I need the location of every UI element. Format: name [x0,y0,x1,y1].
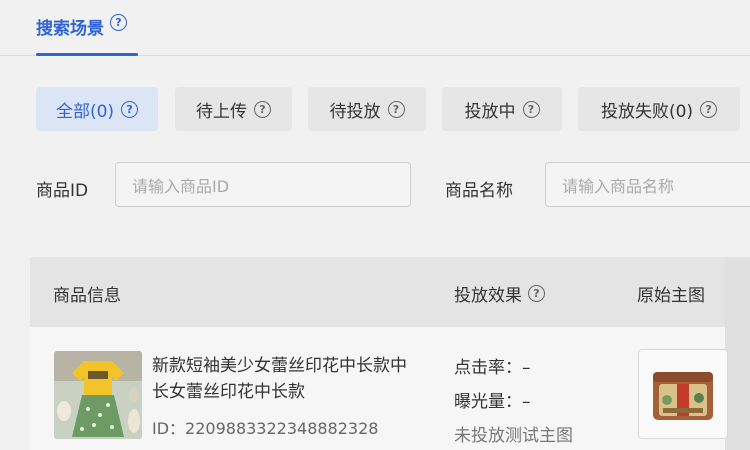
active-tab-underline [36,53,138,56]
question-circle-icon[interactable]: ? [110,14,127,31]
status-tab-label: 投放中 [464,101,516,122]
product-id-value: ID：2209883322348882328 [152,419,379,438]
column-header-label: 投放效果 [454,286,522,306]
product-thumbnail[interactable] [54,351,142,439]
table-header: 商品信息 投放效果 ? 原始主图 [30,257,725,327]
question-circle-icon[interactable]: ? [254,100,271,118]
column-header-product-info: 商品信息 [53,281,121,306]
status-tab-label: 待上传 [196,101,247,122]
status-tab-label: 待投放 [329,101,381,122]
status-tab-pending-upload[interactable]: 待上传 ? [175,87,292,131]
original-image-thumbnail [653,372,713,420]
scene-tabs-bar: 搜索场景 ? [0,0,750,56]
product-id-input[interactable]: 请输入商品ID [115,162,411,207]
column-header-label: 原始主图 [637,286,705,306]
product-id-label: 商品ID [36,181,89,201]
status-tab-label: 投放失败(0) [600,101,694,122]
status-tab-pending-delivery[interactable]: 待投放 ? [308,87,426,131]
test-image-status: 未投放测试主图 [454,426,573,446]
status-tab-label: 全部(0) [55,101,115,122]
tab-search-scene[interactable]: 搜索场景 ? [36,14,138,56]
status-tab-all[interactable]: 全部(0) ? [36,87,158,131]
tab-search-scene-label: 搜索场景 [36,19,104,39]
table-row[interactable]: 新款短袖美少女蕾丝印花中长款中长女蕾丝印花中长款 ID：220988332234… [30,327,728,450]
product-title[interactable]: 新款短袖美少女蕾丝印花中长款中长女蕾丝印花中长款 [152,353,422,405]
question-circle-icon[interactable]: ? [522,100,540,118]
question-circle-icon[interactable]: ? [387,100,405,118]
status-tab-delivering[interactable]: 投放中 ? [442,87,562,131]
product-thumbnail-image [54,351,142,439]
status-tab-failed[interactable]: 投放失败(0) ? [578,87,740,131]
table-scroll-edge [725,257,750,450]
question-circle-icon[interactable]: ? [528,285,545,302]
question-circle-icon[interactable]: ? [121,100,139,118]
click-rate-value: 点击率：– [454,358,531,378]
original-main-image[interactable] [638,349,728,439]
column-header-original-image: 原始主图 [637,281,705,306]
column-header-label: 商品信息 [53,286,121,306]
product-name-label: 商品名称 [445,181,513,201]
product-name-placeholder: 请输入商品名称 [562,176,675,196]
column-header-effect: 投放效果 ? [454,281,545,306]
product-id-placeholder: 请输入商品ID [132,176,230,196]
exposure-value: 曝光量：– [454,392,531,412]
question-circle-icon[interactable]: ? [700,100,718,118]
product-name-input[interactable]: 请输入商品名称 [545,162,750,207]
